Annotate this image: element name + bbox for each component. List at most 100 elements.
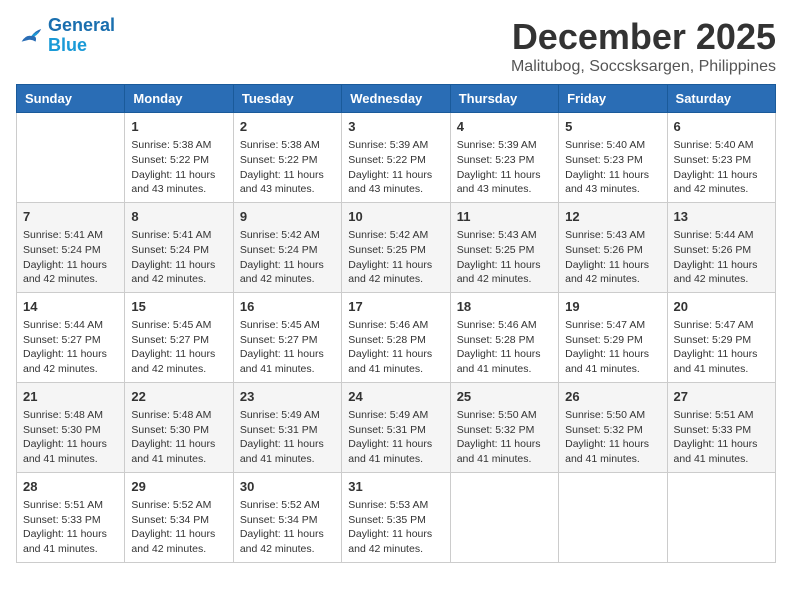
- day-info-line: Sunset: 5:27 PM: [23, 333, 118, 348]
- day-info-line: Sunrise: 5:45 AM: [131, 318, 226, 333]
- day-number: 12: [565, 208, 660, 226]
- day-info-line: Daylight: 11 hours: [674, 168, 769, 183]
- header-tuesday: Tuesday: [233, 85, 341, 113]
- day-info-line: Daylight: 11 hours: [240, 168, 335, 183]
- day-info-line: and 41 minutes.: [240, 452, 335, 467]
- day-info-line: and 42 minutes.: [457, 272, 552, 287]
- day-info-line: and 41 minutes.: [565, 362, 660, 377]
- day-number: 5: [565, 118, 660, 136]
- day-info-line: Daylight: 11 hours: [131, 347, 226, 362]
- day-info-line: Daylight: 11 hours: [131, 527, 226, 542]
- day-number: 19: [565, 298, 660, 316]
- day-info-line: Sunrise: 5:48 AM: [131, 408, 226, 423]
- day-info-line: Sunrise: 5:51 AM: [674, 408, 769, 423]
- day-info-line: Sunrise: 5:42 AM: [240, 228, 335, 243]
- day-info-line: Sunrise: 5:42 AM: [348, 228, 443, 243]
- day-info-line: Daylight: 11 hours: [348, 437, 443, 452]
- day-info-line: Sunset: 5:31 PM: [240, 423, 335, 438]
- day-number: 17: [348, 298, 443, 316]
- calendar-cell: 31Sunrise: 5:53 AMSunset: 5:35 PMDayligh…: [342, 472, 450, 562]
- day-info-line: Sunset: 5:23 PM: [565, 153, 660, 168]
- day-number: 11: [457, 208, 552, 226]
- calendar-cell: 20Sunrise: 5:47 AMSunset: 5:29 PMDayligh…: [667, 292, 775, 382]
- day-number: 30: [240, 478, 335, 496]
- calendar-cell: 18Sunrise: 5:46 AMSunset: 5:28 PMDayligh…: [450, 292, 558, 382]
- day-number: 31: [348, 478, 443, 496]
- day-number: 16: [240, 298, 335, 316]
- calendar-cell: 7Sunrise: 5:41 AMSunset: 5:24 PMDaylight…: [17, 202, 125, 292]
- day-number: 24: [348, 388, 443, 406]
- day-number: 14: [23, 298, 118, 316]
- calendar-cell: 19Sunrise: 5:47 AMSunset: 5:29 PMDayligh…: [559, 292, 667, 382]
- day-info-line: Sunset: 5:33 PM: [23, 513, 118, 528]
- day-number: 25: [457, 388, 552, 406]
- day-info-line: Daylight: 11 hours: [348, 527, 443, 542]
- day-number: 4: [457, 118, 552, 136]
- day-number: 2: [240, 118, 335, 136]
- calendar-cell: 30Sunrise: 5:52 AMSunset: 5:34 PMDayligh…: [233, 472, 341, 562]
- day-info-line: and 41 minutes.: [23, 542, 118, 557]
- day-info-line: and 42 minutes.: [674, 182, 769, 197]
- calendar-cell: 13Sunrise: 5:44 AMSunset: 5:26 PMDayligh…: [667, 202, 775, 292]
- calendar-cell: 23Sunrise: 5:49 AMSunset: 5:31 PMDayligh…: [233, 382, 341, 472]
- day-number: 29: [131, 478, 226, 496]
- calendar-cell: 27Sunrise: 5:51 AMSunset: 5:33 PMDayligh…: [667, 382, 775, 472]
- day-info-line: Daylight: 11 hours: [348, 347, 443, 362]
- day-info-line: Sunset: 5:22 PM: [348, 153, 443, 168]
- day-info-line: Daylight: 11 hours: [457, 258, 552, 273]
- day-info-line: and 41 minutes.: [565, 452, 660, 467]
- day-info-line: Sunrise: 5:46 AM: [348, 318, 443, 333]
- day-info-line: Sunrise: 5:39 AM: [348, 138, 443, 153]
- day-info-line: Sunset: 5:27 PM: [131, 333, 226, 348]
- day-info-line: Sunset: 5:30 PM: [23, 423, 118, 438]
- day-info-line: Sunrise: 5:43 AM: [457, 228, 552, 243]
- day-info-line: Daylight: 11 hours: [674, 437, 769, 452]
- day-info-line: Sunset: 5:34 PM: [131, 513, 226, 528]
- day-info-line: Sunset: 5:31 PM: [348, 423, 443, 438]
- day-info-line: Sunrise: 5:38 AM: [131, 138, 226, 153]
- day-info-line: Sunrise: 5:44 AM: [674, 228, 769, 243]
- day-info-line: Sunset: 5:34 PM: [240, 513, 335, 528]
- day-info-line: Daylight: 11 hours: [23, 437, 118, 452]
- day-info-line: Daylight: 11 hours: [131, 258, 226, 273]
- calendar-cell: 9Sunrise: 5:42 AMSunset: 5:24 PMDaylight…: [233, 202, 341, 292]
- calendar-cell: 16Sunrise: 5:45 AMSunset: 5:27 PMDayligh…: [233, 292, 341, 382]
- day-info-line: Sunrise: 5:45 AM: [240, 318, 335, 333]
- logo-text-line1: General: [48, 16, 115, 36]
- day-number: 10: [348, 208, 443, 226]
- calendar-week-row: 1Sunrise: 5:38 AMSunset: 5:22 PMDaylight…: [17, 113, 776, 203]
- calendar-cell: 17Sunrise: 5:46 AMSunset: 5:28 PMDayligh…: [342, 292, 450, 382]
- day-info-line: Daylight: 11 hours: [240, 347, 335, 362]
- day-number: 23: [240, 388, 335, 406]
- day-info-line: Daylight: 11 hours: [348, 258, 443, 273]
- header-saturday: Saturday: [667, 85, 775, 113]
- calendar-cell: [17, 113, 125, 203]
- day-info-line: Daylight: 11 hours: [457, 437, 552, 452]
- day-number: 21: [23, 388, 118, 406]
- day-info-line: Daylight: 11 hours: [565, 168, 660, 183]
- day-info-line: Sunset: 5:22 PM: [131, 153, 226, 168]
- day-info-line: and 42 minutes.: [23, 362, 118, 377]
- header-monday: Monday: [125, 85, 233, 113]
- day-info-line: and 42 minutes.: [131, 362, 226, 377]
- logo-text-line2: Blue: [48, 36, 115, 56]
- title-area: December 2025 Malitubog, Soccsksargen, P…: [511, 16, 776, 76]
- day-number: 20: [674, 298, 769, 316]
- day-info-line: and 43 minutes.: [240, 182, 335, 197]
- day-number: 27: [674, 388, 769, 406]
- day-number: 15: [131, 298, 226, 316]
- day-info-line: and 41 minutes.: [23, 452, 118, 467]
- day-info-line: and 41 minutes.: [457, 362, 552, 377]
- day-info-line: Sunrise: 5:40 AM: [565, 138, 660, 153]
- day-info-line: Sunset: 5:25 PM: [457, 243, 552, 258]
- day-info-line: Sunrise: 5:48 AM: [23, 408, 118, 423]
- day-info-line: and 41 minutes.: [674, 362, 769, 377]
- day-info-line: Daylight: 11 hours: [565, 258, 660, 273]
- day-number: 13: [674, 208, 769, 226]
- day-info-line: Sunrise: 5:53 AM: [348, 498, 443, 513]
- day-info-line: Sunrise: 5:41 AM: [23, 228, 118, 243]
- calendar-table: Sunday Monday Tuesday Wednesday Thursday…: [16, 84, 776, 563]
- day-info-line: and 42 minutes.: [131, 542, 226, 557]
- day-number: 26: [565, 388, 660, 406]
- day-info-line: Daylight: 11 hours: [23, 258, 118, 273]
